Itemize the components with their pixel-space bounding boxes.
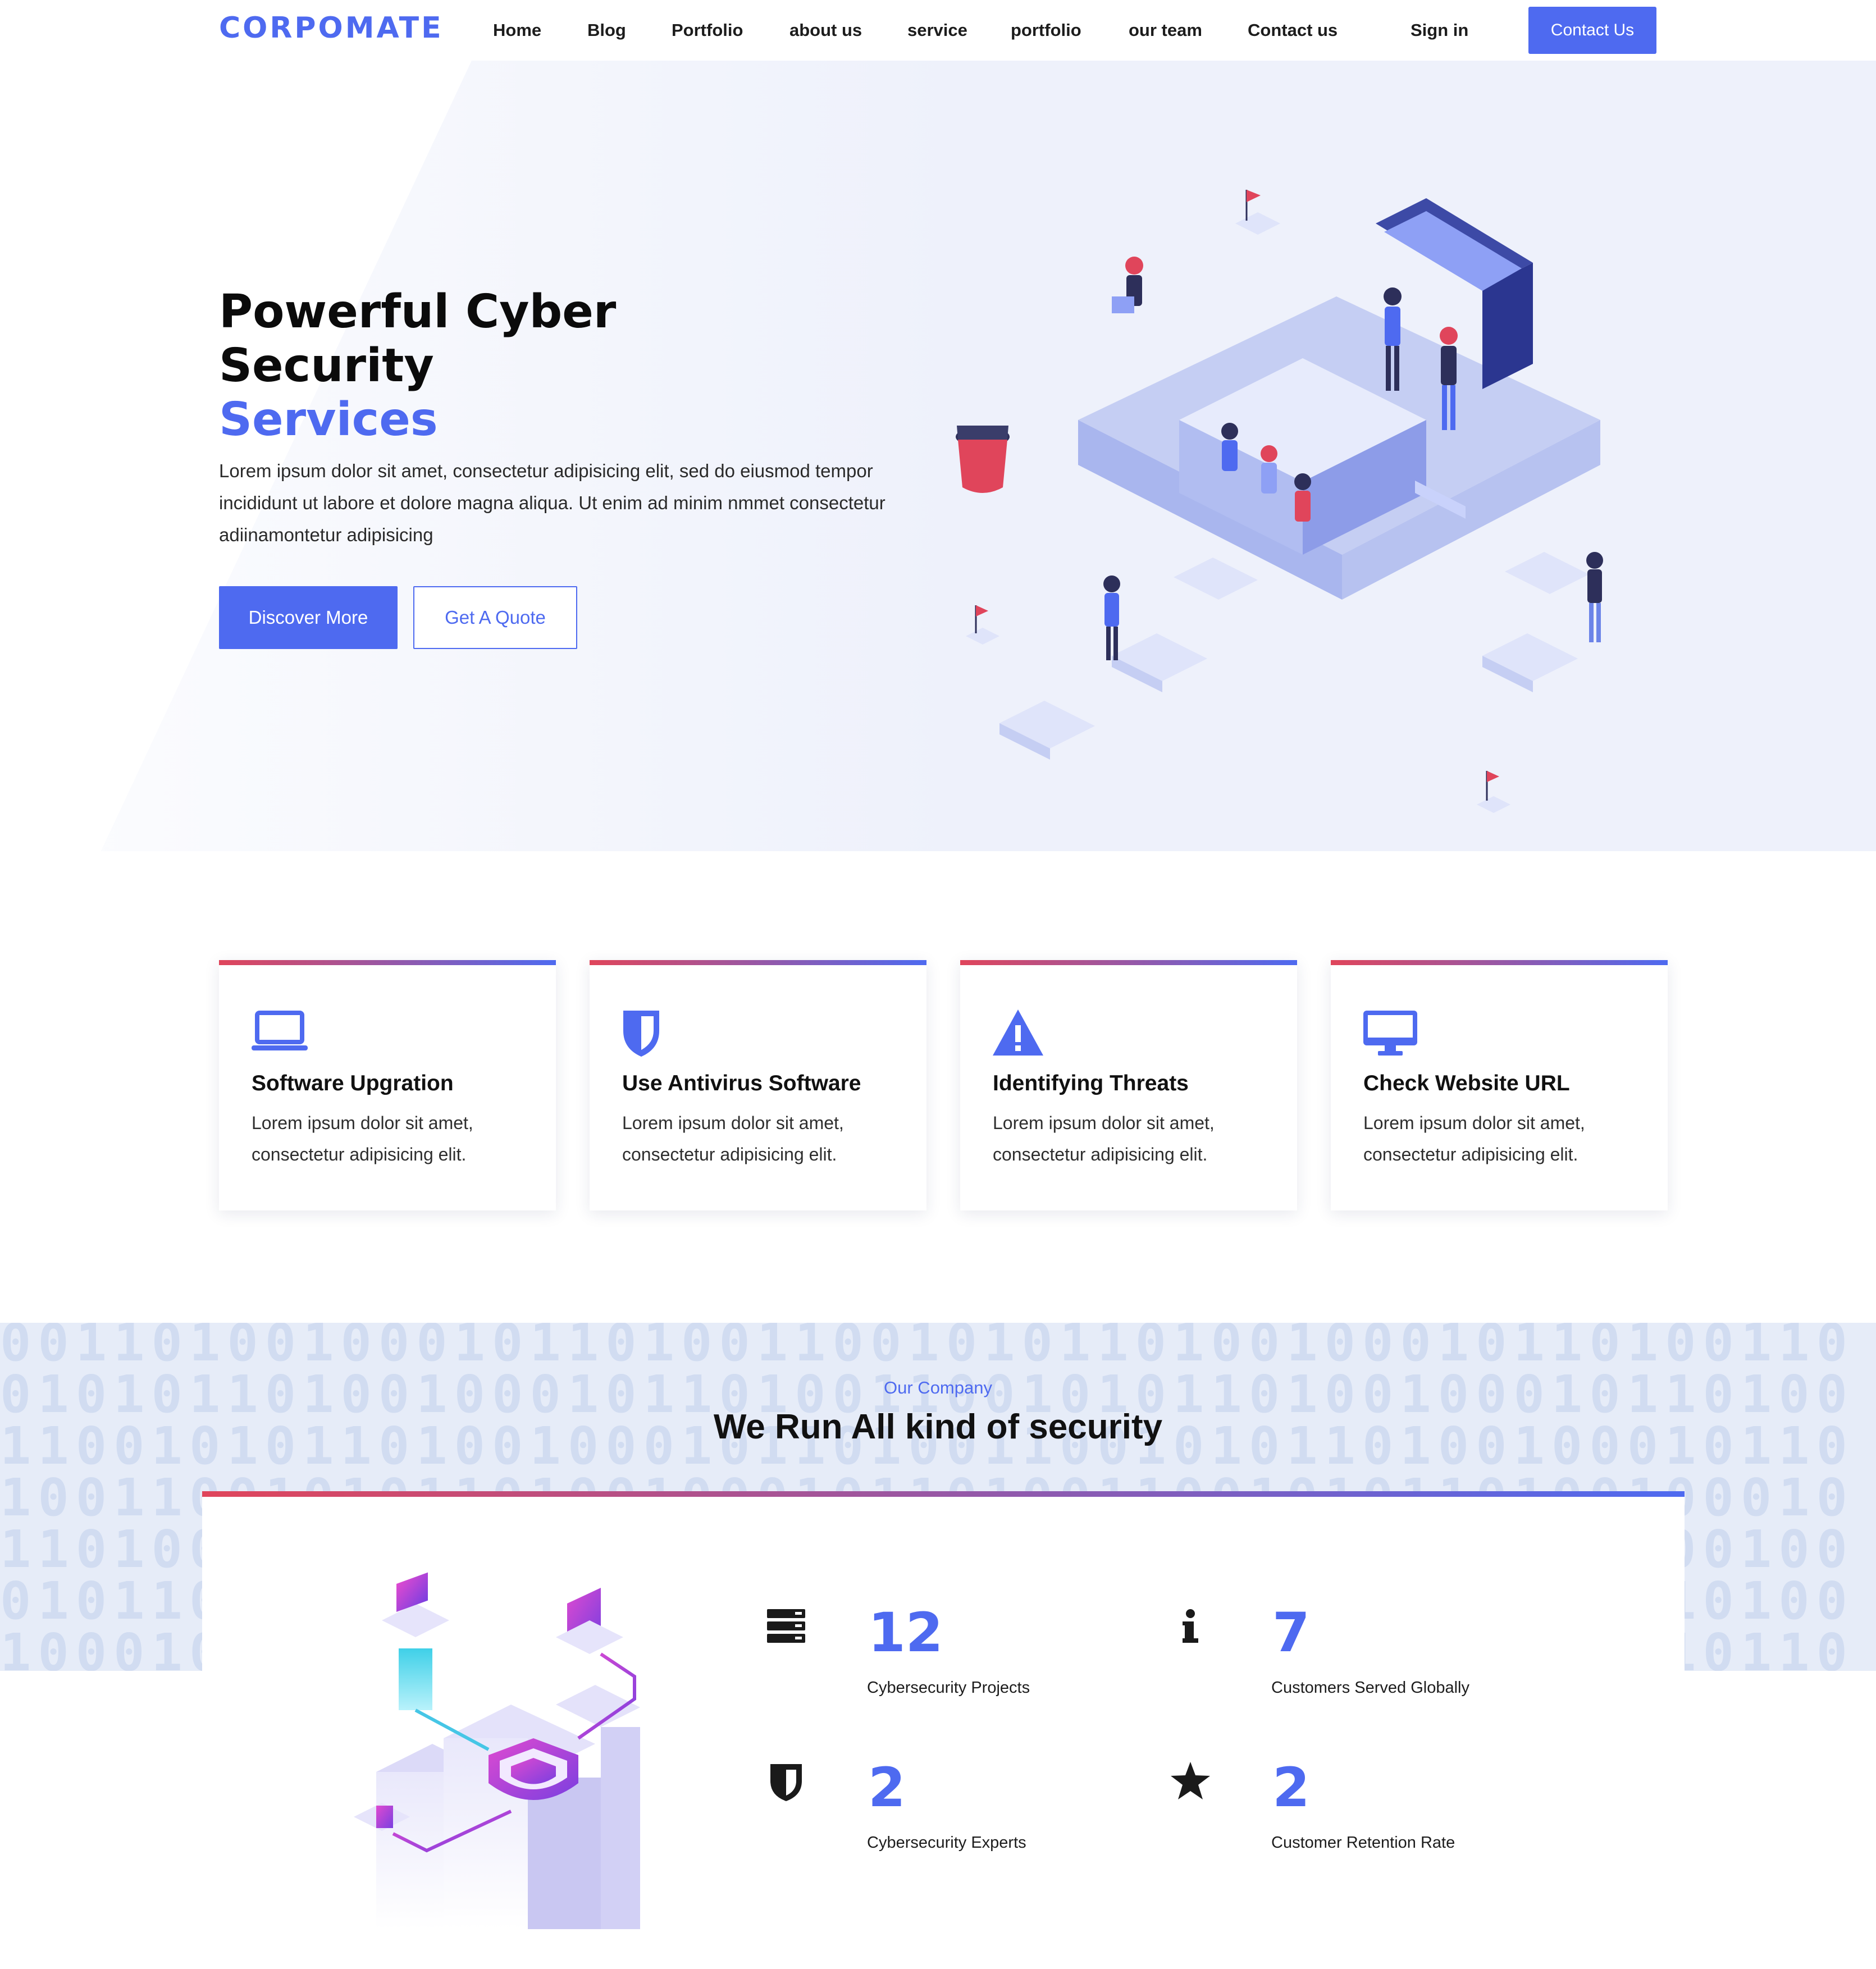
laptop-icon: [252, 1011, 308, 1050]
card-title: Check Website URL: [1363, 1071, 1570, 1095]
company-stats-panel: 12 Cybersecurity Projects 7 Customers Se…: [202, 1491, 1685, 1969]
stat-label-retention: Customer Retention Rate: [1271, 1834, 1455, 1852]
feature-card-antivirus[interactable]: Use Antivirus Software Lorem ipsum dolor…: [590, 960, 926, 1210]
shield-icon: [623, 1011, 659, 1057]
sign-in-link[interactable]: Sign in: [1411, 20, 1468, 40]
nav-service[interactable]: service: [907, 20, 967, 40]
card-title: Identifying Threats: [993, 1071, 1189, 1095]
nav-about-us[interactable]: about us: [789, 20, 862, 40]
stat-value-retention: 2: [1272, 1756, 1310, 1819]
card-accent-bar: [1331, 960, 1668, 965]
site-header: CORPOMATE Home Blog Portfolio about us s…: [0, 0, 1876, 61]
card-accent-bar: [960, 960, 1297, 965]
stat-label-experts: Cybersecurity Experts: [867, 1834, 1026, 1852]
info-icon: [1183, 1609, 1198, 1643]
contact-us-button[interactable]: Contact Us: [1528, 7, 1656, 54]
hero-title-line1: Powerful Cyber: [219, 285, 617, 339]
nav-our-team[interactable]: our team: [1129, 20, 1202, 40]
stat-value-projects: 12: [868, 1601, 943, 1664]
warning-icon: [993, 1009, 1043, 1056]
star-icon: [1171, 1762, 1210, 1799]
security-network-illustration: [354, 1572, 640, 1929]
nav-blog[interactable]: Blog: [587, 20, 626, 40]
stat-label-projects: Cybersecurity Projects: [867, 1679, 1030, 1697]
hero-title-accent: Services: [219, 393, 438, 446]
hero-title-line2: Security: [219, 339, 434, 392]
card-accent-bar: [219, 960, 556, 965]
nav-home[interactable]: Home: [493, 20, 541, 40]
card-text: Lorem ipsum dolor sit amet, consectetur …: [252, 1113, 473, 1164]
server-icon: [767, 1609, 805, 1643]
nav-portfolio-2[interactable]: portfolio: [1011, 20, 1081, 40]
card-accent-bar: [590, 960, 926, 965]
hero-title: Powerful Cyber Security Services: [219, 285, 893, 447]
feature-card-software-upgration[interactable]: Software Upgration Lorem ipsum dolor sit…: [219, 960, 556, 1210]
nav-portfolio[interactable]: Portfolio: [672, 20, 743, 40]
stat-label-customers: Customers Served Globally: [1271, 1679, 1469, 1697]
stat-value-customers: 7: [1272, 1601, 1310, 1664]
hero-description: Lorem ipsum dolor sit amet, consectetur …: [219, 460, 885, 545]
panel-accent-bar: [202, 1491, 1685, 1497]
shield-icon: [770, 1764, 802, 1801]
desktop-icon: [1363, 1011, 1417, 1056]
nav-contact-us[interactable]: Contact us: [1248, 20, 1338, 40]
card-text: Lorem ipsum dolor sit amet, consectetur …: [993, 1113, 1215, 1164]
hero-section: Powerful Cyber Security Services Lorem i…: [0, 61, 1876, 851]
feature-card-identifying-threats[interactable]: Identifying Threats Lorem ipsum dolor si…: [960, 960, 1297, 1210]
card-text: Lorem ipsum dolor sit amet, consectetur …: [1363, 1113, 1585, 1164]
section-title: We Run All kind of security: [713, 1408, 1163, 1446]
stat-value-experts: 2: [868, 1756, 906, 1819]
feature-card-check-website-url[interactable]: Check Website URL Lorem ipsum dolor sit …: [1331, 960, 1668, 1210]
section-eyebrow: Our Company: [884, 1378, 992, 1397]
brand-logo[interactable]: CORPOMATE: [219, 11, 444, 45]
card-title: Software Upgration: [252, 1071, 454, 1095]
discover-more-button[interactable]: Discover More: [219, 586, 398, 649]
card-title: Use Antivirus Software: [622, 1071, 861, 1095]
get-a-quote-button[interactable]: Get A Quote: [413, 586, 577, 649]
hero-isometric-illustration: [956, 190, 1603, 813]
card-text: Lorem ipsum dolor sit amet, consectetur …: [622, 1113, 844, 1164]
